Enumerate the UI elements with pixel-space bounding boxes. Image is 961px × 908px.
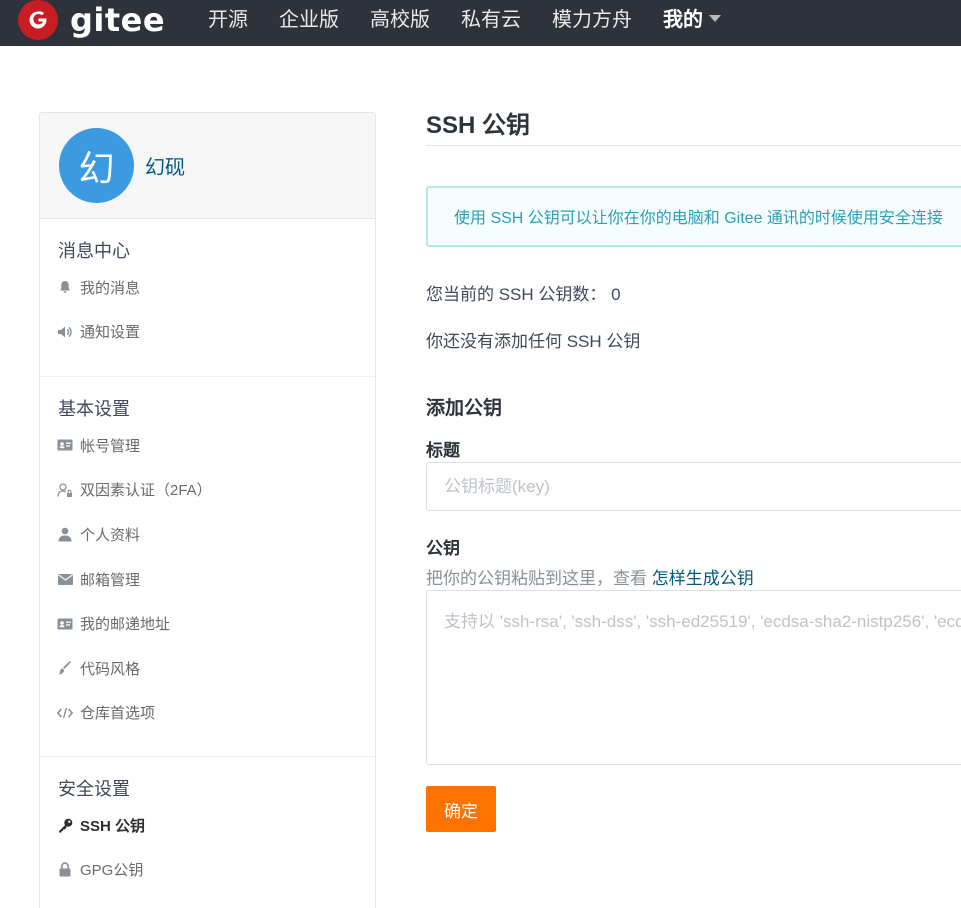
- sidebar-item-label: 代码风格: [80, 660, 141, 678]
- nav-item-opensource[interactable]: 开源: [208, 0, 248, 40]
- empty-state-message: 你还没有添加任何 SSH 公钥: [426, 332, 641, 351]
- gitee-logo[interactable]: gitee: [18, 0, 165, 40]
- id-card-icon: [57, 437, 73, 453]
- code-icon: [57, 705, 73, 721]
- key-icon: [57, 817, 73, 833]
- title-field-label: 标题: [426, 441, 460, 460]
- add-key-heading: 添加公钥: [426, 398, 503, 419]
- ssh-key-count-value: 0: [611, 285, 621, 304]
- sidebar-item-gpg-keys[interactable]: GPG公钥: [40, 848, 375, 893]
- sidebar-item-label: 个人资料: [80, 526, 141, 544]
- sidebar-item-notification-settings[interactable]: 通知设置: [40, 310, 375, 355]
- main-nav: 开源 企业版 高校版 私有云 模力方舟 我的: [208, 0, 752, 40]
- section-message-center: 消息中心 我的消息 通知设置: [40, 219, 375, 377]
- sidebar-item-label: SSH 公钥: [80, 817, 146, 835]
- profile-header: 幻 幻砚: [40, 113, 375, 219]
- avatar[interactable]: 幻: [59, 128, 134, 203]
- section-security-settings: 安全设置 SSH 公钥 GPG公钥: [40, 757, 375, 902]
- nav-item-enterprise[interactable]: 企业版: [279, 0, 339, 40]
- user-icon: [57, 526, 73, 542]
- caret-down-icon: [709, 15, 721, 23]
- nav-user-menu-label: 我的: [663, 9, 703, 31]
- nav-user-menu[interactable]: 我的: [663, 0, 721, 40]
- confirm-button[interactable]: 确定: [426, 786, 496, 832]
- ssh-key-count-label: 您当前的 SSH 公钥数：: [426, 285, 607, 304]
- sidebar-item-my-messages[interactable]: 我的消息: [40, 265, 375, 310]
- address-card-icon: [57, 616, 73, 632]
- sidebar-item-label: 仓库首选项: [80, 705, 156, 723]
- nav-item-education[interactable]: 高校版: [370, 0, 430, 40]
- nav-item-ai-platform[interactable]: 模力方舟: [552, 0, 632, 40]
- sidebar-item-repo-preferences[interactable]: 仓库首选项: [40, 691, 375, 736]
- key-field-label: 公钥: [426, 539, 460, 558]
- sidebar-item-label: GPG公钥: [80, 862, 144, 880]
- sidebar-item-label: 双因素认证（2FA）: [80, 482, 212, 500]
- nav-item-private-cloud[interactable]: 私有云: [461, 0, 521, 40]
- brush-icon: [57, 660, 73, 676]
- key-title-input[interactable]: [426, 462, 961, 511]
- ssh-key-count: 您当前的 SSH 公钥数： 0: [426, 280, 621, 305]
- sidebar-item-account[interactable]: 帐号管理: [40, 423, 375, 468]
- info-banner: 使用 SSH 公钥可以让你在你的电脑和 Gitee 通讯的时候使用安全连接: [426, 186, 961, 247]
- user-lock-icon: [57, 482, 73, 498]
- sidebar-item-profile[interactable]: 个人资料: [40, 512, 375, 557]
- sidebar-item-label: 我的消息: [80, 279, 141, 297]
- bell-icon: [57, 279, 73, 295]
- gitee-logo-icon: [18, 0, 58, 40]
- sidebar-item-2fa[interactable]: 双因素认证（2FA）: [40, 468, 375, 513]
- sidebar-item-label: 我的邮递地址: [80, 616, 171, 634]
- section-title: 安全设置: [58, 779, 130, 799]
- main-content: SSH 公钥: [426, 112, 961, 145]
- sidebar-item-address[interactable]: 我的邮递地址: [40, 601, 375, 646]
- username-link[interactable]: 幻砚: [145, 151, 185, 180]
- brand-name: gitee: [70, 1, 166, 39]
- section-basic-settings: 基本设置 帐号管理 双因素认证（2FA） 个人资料 邮箱管理 我的邮递地址 代码…: [40, 377, 375, 757]
- top-navbar: gitee 开源 企业版 高校版 私有云 模力方舟 我的: [0, 0, 961, 46]
- page-title: SSH 公钥: [426, 112, 531, 139]
- section-title: 消息中心: [58, 241, 130, 261]
- sidebar-item-email[interactable]: 邮箱管理: [40, 557, 375, 602]
- section-title: 基本设置: [58, 399, 130, 419]
- key-hint-text: 把你的公钥粘贴到这里，查看: [426, 569, 652, 588]
- volume-icon: [57, 324, 73, 340]
- sidebar-item-label: 邮箱管理: [80, 571, 141, 589]
- settings-sidebar: 幻 幻砚 消息中心 我的消息 通知设置 基本设置 帐号管理 双因素认证（2FA）…: [39, 112, 376, 908]
- title-divider: [426, 145, 961, 146]
- lock-icon: [57, 862, 73, 878]
- sidebar-item-ssh-keys[interactable]: SSH 公钥: [40, 803, 375, 848]
- how-to-generate-key-link[interactable]: 怎样生成公钥: [652, 569, 754, 588]
- key-field-hint: 把你的公钥粘贴到这里，查看 怎样生成公钥: [426, 564, 754, 589]
- sidebar-item-label: 通知设置: [80, 324, 141, 342]
- public-key-textarea[interactable]: [426, 590, 961, 765]
- sidebar-item-label: 帐号管理: [80, 437, 141, 455]
- sidebar-item-code-style[interactable]: 代码风格: [40, 646, 375, 691]
- envelope-icon: [57, 571, 73, 587]
